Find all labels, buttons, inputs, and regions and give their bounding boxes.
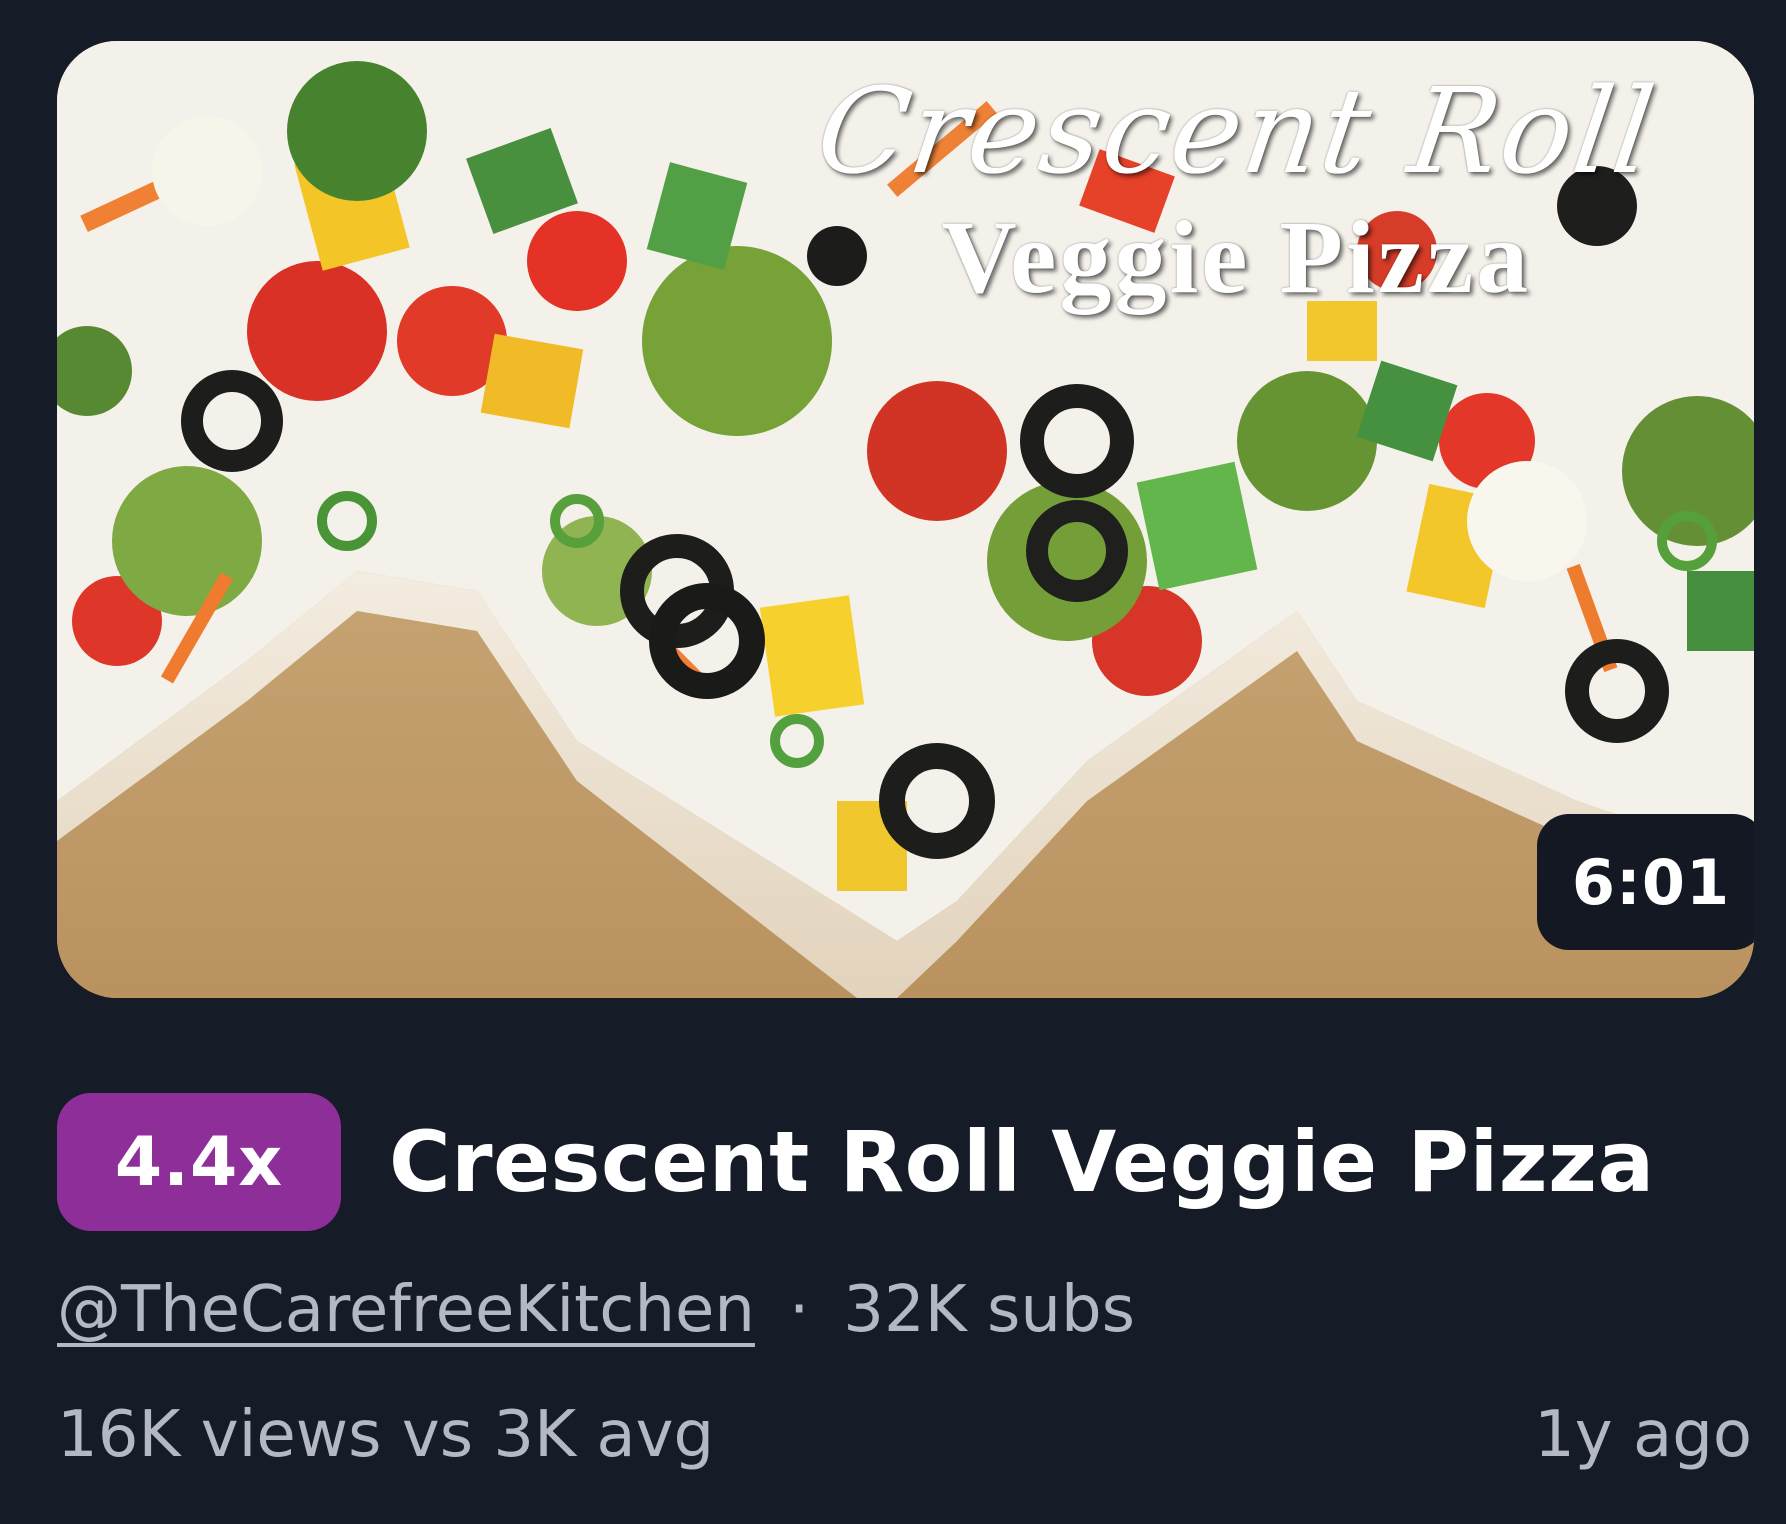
subscriber-count: 32K subs	[843, 1273, 1135, 1347]
video-thumbnail[interactable]: Crescent Roll Veggie Pizza 6:01	[57, 41, 1754, 998]
thumbnail-overlay-line-1: Crescent Roll	[809, 62, 1664, 200]
video-card[interactable]: Crescent Roll Veggie Pizza 6:01 4.4x Cre…	[0, 0, 1786, 1524]
outlier-score-badge: 4.4x	[57, 1093, 341, 1231]
thumbnail-overlay-title: Crescent Roll Veggie Pizza	[809, 61, 1664, 315]
meta-separator: ·	[788, 1273, 810, 1347]
duration-badge: 6:01	[1537, 814, 1754, 950]
upload-age: 1y ago	[1534, 1398, 1752, 1472]
thumbnail-overlay-line-2: Veggie Pizza	[941, 200, 1532, 315]
video-title[interactable]: Crescent Roll Veggie Pizza	[389, 1100, 1655, 1224]
channel-link[interactable]: @TheCarefreeKitchen	[57, 1273, 755, 1347]
channel-meta: @TheCarefreeKitchen · 32K subs	[57, 1265, 1135, 1355]
views-vs-average: 16K views vs 3K avg	[57, 1398, 715, 1472]
